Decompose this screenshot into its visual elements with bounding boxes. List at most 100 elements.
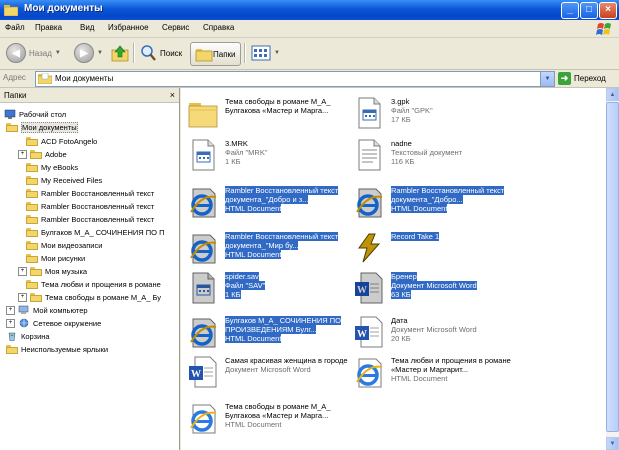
address-input[interactable]: Мои документы ▼ xyxy=(35,71,555,87)
file-list-pane[interactable]: Тема свободы в романе М_А_ Булгакова «Ма… xyxy=(181,88,606,450)
expand-icon[interactable]: + xyxy=(18,292,27,302)
expand-icon[interactable]: + xyxy=(6,318,15,328)
tree-node[interactable]: + Adobe xyxy=(18,148,67,160)
file-item[interactable]: Rambler Восстановленный текст документа_… xyxy=(187,230,357,272)
folder-icon xyxy=(30,149,42,159)
file-name: Тема свободы в романе М_А_ Булгакова «Ма… xyxy=(225,402,331,420)
file-item[interactable]: Тема любви и прощения в романе «Мастер и… xyxy=(353,354,523,396)
tree-node[interactable]: Корзина xyxy=(6,330,50,342)
word-document-icon: W xyxy=(355,316,383,348)
menu-help[interactable]: Справка xyxy=(203,23,234,32)
menu-tools[interactable]: Сервис xyxy=(162,23,189,32)
tree-node[interactable]: Неиспользуемые ярлыки xyxy=(6,343,108,355)
file-item[interactable]: 3.MRK Файл "MRK" 1 КБ xyxy=(187,137,357,179)
address-label: Адрес xyxy=(3,73,26,82)
expand-icon[interactable]: + xyxy=(6,305,15,315)
scroll-down-button[interactable]: ▼ xyxy=(606,437,619,450)
back-button[interactable]: ◀ Назад ▼ xyxy=(6,42,61,64)
file-item[interactable]: Тема свободы в романе М_А_ Булгакова «Ма… xyxy=(187,400,357,442)
tree-node[interactable]: + Мой компьютер xyxy=(6,304,88,316)
file-item[interactable]: Record Take 1 xyxy=(353,230,523,272)
file-type: Документ Microsoft Word xyxy=(391,325,477,334)
tree-node[interactable]: My eBooks xyxy=(26,161,78,173)
tree-node[interactable]: + Тема свободы в романе М_А_ Бу xyxy=(18,291,161,303)
file-item[interactable]: W Самая красивая женщина в городе Документ… xyxy=(187,354,357,396)
file-item-text: Бренер Документ Microsoft Word 63 КБ xyxy=(391,272,519,299)
file-name: Самая красивая женщина в городе xyxy=(225,356,348,365)
tree-node[interactable]: ACD FotoAngelo xyxy=(26,135,97,147)
maximize-button[interactable]: □ xyxy=(580,2,598,19)
file-item[interactable]: Булгаков М_А_ СОЧИНЕНИЯ ПО ПРОИЗВЕДЕНИЯМ… xyxy=(187,314,357,356)
window-title: Мои документы xyxy=(24,3,103,14)
vertical-scrollbar[interactable]: ▲ ▼ xyxy=(606,88,619,450)
tree-node-label: Рабочий стол xyxy=(19,109,67,119)
scroll-up-button[interactable]: ▲ xyxy=(606,88,619,101)
file-name: Тема свободы в романе М_А_ Булгакова «Ма… xyxy=(225,97,331,115)
close-icon[interactable]: × xyxy=(170,90,175,100)
go-arrow-icon: ➜ xyxy=(558,72,571,85)
tree-node[interactable]: Мои документы xyxy=(6,121,78,133)
expand-icon[interactable]: + xyxy=(18,266,27,276)
file-type: Файл "GPK" xyxy=(391,106,433,115)
folder-icon xyxy=(6,344,18,354)
go-button[interactable]: ➜ Переход xyxy=(558,72,606,85)
file-item[interactable]: Rambler Восстановленный текст документа_… xyxy=(187,184,357,226)
file-item[interactable]: nadne Текстовый документ 116 КБ xyxy=(353,137,523,179)
word-document-icon: W xyxy=(189,356,217,388)
go-label: Переход xyxy=(574,74,606,83)
tree-node-label: Тема любви и прощения в романе xyxy=(41,279,161,289)
menu-bar: Файл Правка Вид Избранное Сервис Справка xyxy=(0,20,619,38)
tree-node[interactable]: Rambler Восстановленный текст xyxy=(26,213,154,225)
expand-icon[interactable]: + xyxy=(18,149,27,159)
tree-node[interactable]: My Received Files xyxy=(26,174,102,186)
tree-node[interactable]: + Моя музыка xyxy=(18,265,87,277)
network-icon xyxy=(19,318,29,328)
tree-node[interactable]: Мои видеозаписи xyxy=(26,239,102,251)
tree-node[interactable]: Rambler Восстановленный текст xyxy=(26,200,154,212)
address-value: Мои документы xyxy=(55,74,114,83)
folder-icon xyxy=(26,214,38,224)
file-size: 1 КБ xyxy=(225,157,241,166)
file-item[interactable]: Тема свободы в романе М_А_ Булгакова «Ма… xyxy=(187,95,357,137)
folders-label: Папки xyxy=(213,49,236,59)
tree-node-label: Сетевое окружение xyxy=(33,318,102,328)
menu-view[interactable]: Вид xyxy=(80,23,94,32)
up-folder-button[interactable] xyxy=(110,42,130,64)
tree-node[interactable]: Булгаков М_А_ СОЧИНЕНИЯ ПО П xyxy=(26,226,164,238)
tree-node[interactable]: Мои рисунки xyxy=(26,252,85,264)
file-item[interactable]: W Бренер Документ Microsoft Word 63 КБ xyxy=(353,270,523,312)
menu-edit[interactable]: Правка xyxy=(35,23,62,32)
chevron-up-icon: ▲ xyxy=(609,92,616,98)
my-documents-icon xyxy=(6,122,18,132)
address-dropdown-button[interactable]: ▼ xyxy=(540,72,554,86)
folders-button[interactable]: Папки xyxy=(190,42,241,66)
title-bar[interactable]: Мои документы _ □ × xyxy=(0,0,619,20)
minimize-button[interactable]: _ xyxy=(561,2,579,19)
file-item[interactable]: Rambler Восстановленный текст документа_… xyxy=(353,184,523,226)
file-item[interactable]: W Дата Документ Microsoft Word 20 КБ xyxy=(353,314,523,356)
ie-html-icon xyxy=(356,358,383,388)
tree-node[interactable]: Тема любви и прощения в романе xyxy=(26,278,161,290)
file-type: HTML Document xyxy=(225,250,282,259)
tree-node[interactable]: Рабочий стол xyxy=(4,108,66,120)
forward-button[interactable]: ▶ ▼ xyxy=(74,42,103,64)
menu-file[interactable]: Файл xyxy=(5,23,25,32)
tree-node[interactable]: Rambler Восстановленный текст xyxy=(26,187,154,199)
folders-icon xyxy=(195,49,213,62)
search-button[interactable]: Поиск xyxy=(139,42,182,64)
close-button[interactable]: × xyxy=(599,2,617,19)
file-item-text: Rambler Восстановленный текст документа_… xyxy=(225,186,353,213)
file-item[interactable]: spider.sav Файл "SAV" 1 КБ xyxy=(187,270,357,312)
file-item-text: Record Take 1 xyxy=(391,232,519,241)
views-button[interactable]: ▼ xyxy=(251,42,280,64)
folder-icon xyxy=(26,279,38,289)
tree-node[interactable]: + Сетевое окружение xyxy=(6,317,101,329)
file-item-text: Дата Документ Microsoft Word 20 КБ xyxy=(391,316,519,343)
chevron-down-icon: ▼ xyxy=(97,50,103,56)
file-item-text: Rambler Восстановленный текст документа_… xyxy=(391,186,519,213)
file-item[interactable]: 3.gpk Файл "GPK" 17 КБ xyxy=(353,95,523,137)
music-folder-icon xyxy=(30,266,42,276)
scroll-thumb[interactable] xyxy=(606,102,619,432)
menu-favorites[interactable]: Избранное xyxy=(108,23,149,32)
file-type: Текстовый документ xyxy=(391,148,463,157)
